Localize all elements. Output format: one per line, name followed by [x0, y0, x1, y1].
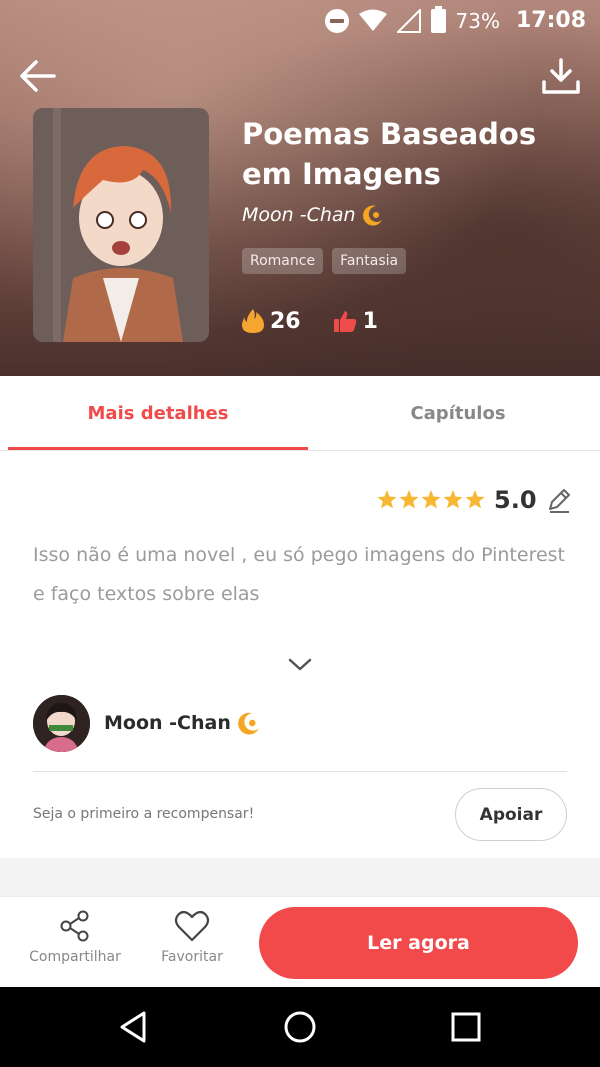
- author-name[interactable]: Moon -Chan: [242, 204, 356, 226]
- author-row-name[interactable]: Moon -Chan: [104, 712, 231, 734]
- bottom-action-bar: Compartilhar Favoritar Ler agora: [0, 896, 600, 987]
- genre-tags: Romance Fantasia: [242, 248, 407, 274]
- clock: 17:08: [515, 8, 586, 33]
- do-not-disturb-icon: [324, 8, 349, 33]
- support-button[interactable]: Apoiar: [455, 788, 567, 841]
- chevron-down-icon[interactable]: [286, 654, 314, 674]
- share-icon: [60, 910, 89, 942]
- back-nav-icon[interactable]: [116, 1009, 152, 1045]
- book-stats: 26 1: [242, 308, 410, 334]
- fire-stat: 26: [242, 308, 301, 334]
- share-button[interactable]: Compartilhar: [25, 909, 125, 965]
- book-title: Poemas Baseados em Imagens: [242, 117, 537, 191]
- author-line[interactable]: Moon -Chan: [242, 204, 384, 226]
- tab-chapters[interactable]: Capítulos: [308, 376, 600, 451]
- author-row[interactable]: Moon -Chan: [33, 694, 567, 752]
- tag-romance[interactable]: Romance: [242, 248, 324, 274]
- active-tab-indicator: [8, 447, 308, 450]
- tab-bar: Mais detalhes Capítulos: [0, 376, 600, 451]
- tag-fantasia[interactable]: Fantasia: [332, 248, 407, 274]
- fire-count: 26: [270, 308, 301, 334]
- like-count: 1: [362, 308, 378, 334]
- divider: [33, 771, 567, 772]
- rating-value: 5.0: [494, 486, 537, 514]
- tab-details[interactable]: Mais detalhes: [8, 376, 308, 451]
- book-cover: [33, 108, 209, 342]
- moon-badge-icon: [237, 712, 259, 735]
- rating: 5.0: [376, 486, 573, 514]
- moon-badge-icon: [362, 205, 382, 226]
- read-now-button[interactable]: Ler agora: [259, 907, 578, 979]
- system-nav-bar: [0, 987, 600, 1067]
- book-header: 73% 17:08 Poemas Baseados em Imagens Moo…: [0, 0, 600, 376]
- battery-percent: 73%: [455, 8, 500, 33]
- home-nav-icon[interactable]: [282, 1009, 318, 1045]
- download-icon[interactable]: [540, 56, 582, 98]
- avatar[interactable]: [33, 694, 90, 752]
- thumbs-up-icon: [333, 311, 356, 332]
- favorite-label: Favoritar: [161, 949, 223, 965]
- reward-prompt: Seja o primeiro a recompensar!: [33, 806, 255, 822]
- recents-nav-icon[interactable]: [448, 1009, 484, 1045]
- star-rating-icons: [377, 490, 485, 509]
- section-separator: [0, 858, 600, 896]
- wifi-icon: [358, 9, 387, 31]
- like-stat: 1: [333, 309, 378, 334]
- fire-icon: [242, 309, 264, 333]
- back-arrow-icon[interactable]: [18, 56, 58, 96]
- status-bar: 73% 17:08: [0, 0, 600, 42]
- battery-icon: [430, 5, 446, 33]
- share-label: Compartilhar: [29, 949, 121, 965]
- book-description: Isso não é uma novel , eu só pego imagen…: [33, 544, 565, 605]
- heart-icon: [174, 910, 210, 942]
- favorite-button[interactable]: Favoritar: [152, 909, 232, 965]
- signal-icon: [396, 8, 421, 33]
- edit-pencil-icon[interactable]: [545, 486, 573, 514]
